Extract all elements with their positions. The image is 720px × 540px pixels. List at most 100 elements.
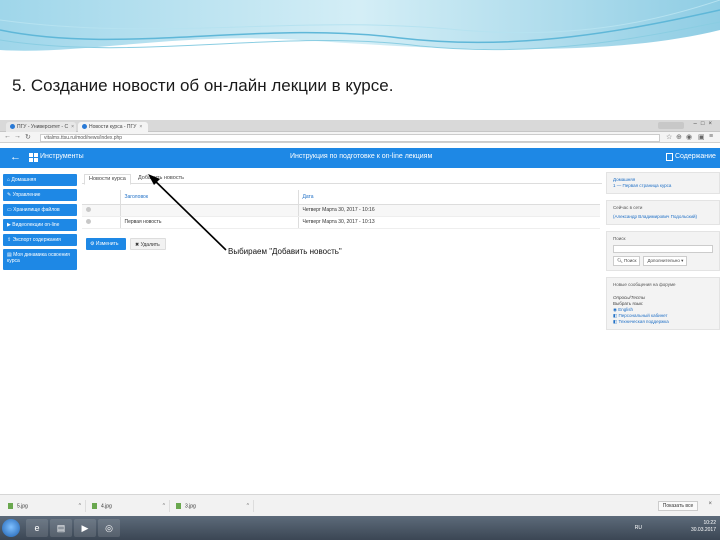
tab-label: Новости курса - ПГУ — [89, 124, 137, 130]
slide-title: 5. Создание новости об он-лайн лекции в … — [12, 76, 394, 95]
row-select[interactable] — [82, 204, 120, 217]
favicon-icon — [82, 124, 87, 130]
support-link[interactable]: ◧ Техническая поддержка — [613, 319, 713, 325]
image-file-icon — [8, 503, 13, 509]
search-block: Поиск 🔍︎ Поиск Дополнительно ▾ — [606, 231, 720, 271]
window-controls[interactable]: –□× — [694, 121, 716, 127]
download-item[interactable]: 4.jpg ^ — [90, 500, 170, 512]
slide: 5. Создание новости об он-лайн лекции в … — [0, 0, 720, 540]
show-all-downloads-button[interactable]: Показать все — [658, 501, 698, 511]
language-indicator[interactable]: RU — [635, 525, 642, 531]
contents-icon — [666, 153, 673, 161]
browser-screenshot: ПГУ - Университет - С × Новости курса - П… — [0, 120, 720, 540]
online-block: Сейчас в сети (Александр Владимирович По… — [606, 200, 720, 225]
link-label: English — [618, 307, 633, 312]
chevron-up-icon[interactable]: ^ — [79, 503, 81, 509]
right-sidebar: Домашняя 1 — Первая страница курса Сейча… — [606, 172, 720, 336]
advanced-search-button[interactable]: Дополнительно ▾ — [643, 256, 688, 266]
download-item[interactable]: 3.jpg ^ — [174, 500, 254, 512]
online-user[interactable]: (Александр Владимирович Подольский) — [613, 214, 713, 220]
annotation-arrow — [148, 174, 227, 251]
forward-icon[interactable]: → — [14, 133, 21, 140]
menu-icon[interactable]: ≡ — [709, 133, 713, 140]
tab-course-news[interactable]: Новости курса — [84, 174, 131, 185]
decorative-waves — [0, 0, 720, 51]
table-header-select — [82, 190, 120, 205]
media-icon[interactable]: ▶ — [74, 519, 96, 537]
back-arrow-icon[interactable]: ← — [10, 151, 21, 163]
sidebar-item-files[interactable]: ▭ Хранилище файлов — [3, 204, 77, 216]
sidebar-item-home[interactable]: ⌂ Домашняя — [3, 174, 77, 186]
browser-profile-button[interactable] — [658, 122, 684, 129]
close-icon[interactable]: × — [708, 501, 712, 507]
sidebar-item-label: Домашняя — [11, 177, 37, 183]
favicon-icon — [10, 124, 15, 130]
system-clock[interactable]: 10:22 30.03.2017 — [691, 520, 716, 534]
link-label: Персональный кабинет — [618, 313, 668, 318]
start-button[interactable] — [2, 519, 20, 537]
forum-block: Новые сообщения на форуме Опросы/Тесты В… — [606, 277, 720, 330]
sidebar-item-progress[interactable]: ▤ Моя динамика освоения курса — [3, 249, 77, 270]
tab-label: ПГУ - Университет - С — [17, 124, 69, 130]
search-header: Поиск — [613, 236, 626, 241]
browser-tab-2[interactable]: Новости курса - ПГУ × — [78, 122, 148, 132]
extension-icon[interactable]: ▣ — [698, 133, 705, 141]
radio-icon[interactable] — [86, 206, 91, 212]
image-file-icon — [92, 503, 97, 509]
sidebar-item-export[interactable]: ⇪ Экспорт содержания — [3, 234, 77, 246]
download-name: 3.jpg — [185, 503, 196, 510]
reload-icon[interactable]: ↻ — [25, 133, 31, 141]
extension-icon[interactable]: ⊕ — [676, 133, 682, 141]
course-title: Инструкция по подготовке к on-line лекци… — [290, 153, 433, 160]
row-select[interactable] — [82, 216, 120, 229]
top-navigation: ← Инструменты Инструкция по подготовке к… — [0, 148, 720, 168]
sidebar-item-label: Управление — [12, 192, 41, 198]
close-icon[interactable]: × — [139, 124, 142, 130]
tools-menu[interactable]: Инструменты — [40, 153, 84, 160]
windows-taskbar: e ▤ ▶ ◎ RU 10:22 30.03.2017 — [0, 516, 720, 540]
home-block: Домашняя 1 — Первая страница курса — [606, 172, 720, 194]
explorer-icon[interactable]: ▤ — [50, 519, 72, 537]
star-icon[interactable]: ☆ — [666, 133, 672, 141]
download-name: 5.jpg — [17, 503, 28, 510]
clock-time: 10:22 — [703, 520, 716, 526]
edit-button-label: Изменить — [95, 241, 119, 247]
downloads-bar: 5.jpg ^ 4.jpg ^ 3.jpg ^ Показать все × — [0, 494, 720, 516]
chevron-up-icon[interactable]: ^ — [247, 503, 249, 509]
sidebar-item-label: Экспорт содержания — [12, 237, 61, 243]
first-page-link[interactable]: 1 — Первая страница курса — [613, 183, 713, 189]
search-input[interactable] — [613, 245, 713, 253]
table-header-date: Дата — [297, 190, 600, 205]
sidebar-item-video[interactable]: ▶ Видеолекции on-line — [3, 219, 77, 231]
online-header: Сейчас в сети — [613, 205, 643, 210]
url-field[interactable]: vitalms.ttsu.ru/mod/news/index.php — [40, 134, 660, 142]
download-item[interactable]: 5.jpg ^ — [6, 500, 86, 512]
radio-icon[interactable] — [86, 218, 91, 224]
annotation-callout: Выбираем "Добавить новость" — [228, 247, 342, 256]
sidebar: ⌂ Домашняя ✎ Управление ▭ Хранилище файл… — [3, 174, 77, 273]
chevron-up-icon[interactable]: ^ — [163, 503, 165, 509]
search-button[interactable]: 🔍︎ Поиск — [613, 256, 641, 266]
sidebar-item-label: Моя динамика освоения курса — [7, 252, 70, 264]
edit-button[interactable]: ⚙ Изменить — [86, 238, 126, 250]
back-icon[interactable]: ← — [4, 133, 11, 140]
search-button-label: Поиск — [623, 258, 637, 263]
sidebar-item-label: Видеолекции on-line — [12, 222, 60, 228]
ie-icon[interactable]: e — [26, 519, 48, 537]
sidebar-item-label: Хранилище файлов — [13, 207, 60, 213]
table-cell-date: Четверг Марта 30, 2017 - 10:13 — [297, 216, 600, 229]
contents-menu[interactable]: Содержание — [675, 153, 716, 160]
clock-date: 30.03.2017 — [690, 527, 716, 533]
abp-icon[interactable]: ◉ — [686, 133, 692, 141]
download-name: 4.jpg — [101, 503, 112, 510]
forum-header: Новые сообщения на форуме — [613, 282, 676, 287]
address-bar: ← → ↻ vitalms.ttsu.ru/mod/news/index.php… — [0, 132, 720, 143]
grid-icon — [29, 153, 38, 162]
image-file-icon — [176, 503, 181, 509]
browser-tab-1[interactable]: ПГУ - Университет - С × — [6, 122, 76, 132]
chrome-icon[interactable]: ◎ — [98, 519, 120, 537]
sidebar-item-management[interactable]: ✎ Управление — [3, 189, 77, 201]
link-label: Техническая поддержка — [618, 319, 669, 324]
table-cell-date: Четверг Марта 30, 2017 - 10:16 — [297, 204, 600, 217]
close-icon[interactable]: × — [71, 124, 74, 130]
